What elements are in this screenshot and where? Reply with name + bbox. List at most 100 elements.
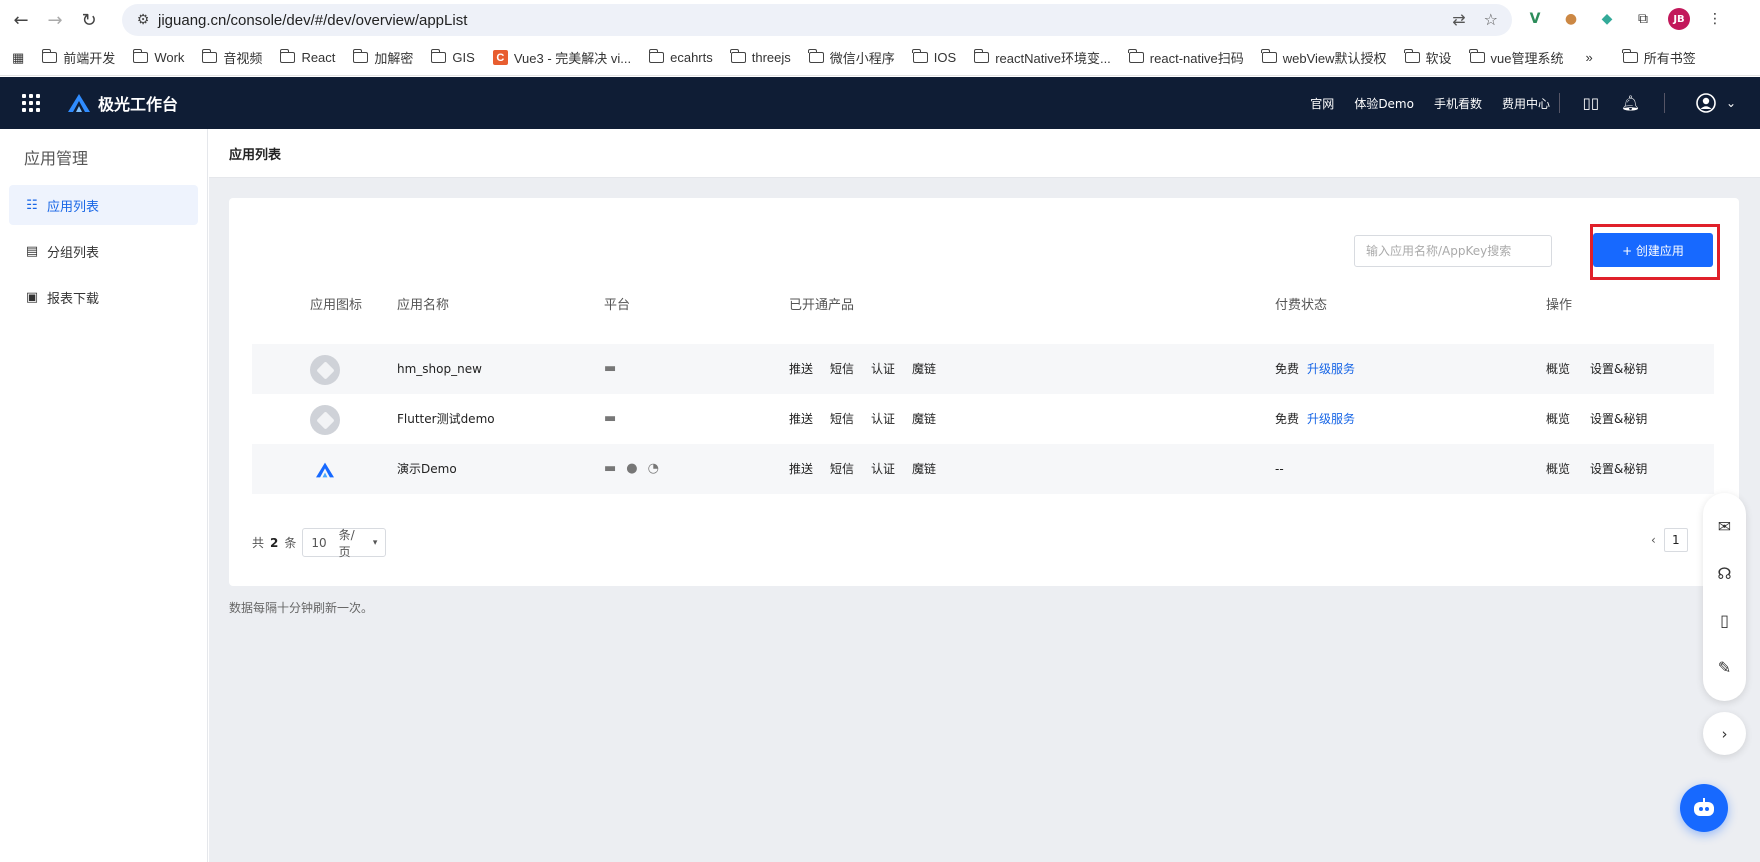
bookmark-item[interactable]: Work <box>132 49 184 65</box>
link-demo[interactable]: 体验Demo <box>1354 95 1414 112</box>
all-bookmarks[interactable]: 所有书签 <box>1622 48 1696 67</box>
page-number[interactable]: 1 <box>1663 528 1688 552</box>
back-icon[interactable]: ← <box>8 7 34 33</box>
sidebar-item-app-list[interactable]: ☷ 应用列表 <box>9 185 198 225</box>
bookmark-star-icon[interactable]: ☆ <box>1484 10 1498 29</box>
settings-keys-link[interactable]: 设置&秘钥 <box>1590 444 1647 494</box>
breadcrumb: 应用列表 <box>209 129 1760 178</box>
docs-book-icon[interactable]: ▯▯ <box>1582 94 1599 112</box>
header-links: 官网 体验Demo 手机看数 费用中心 <box>1310 95 1550 112</box>
row-actions: 概览 设置&秘钥 <box>1546 344 1647 394</box>
overview-link[interactable]: 概览 <box>1546 444 1570 494</box>
overview-link[interactable]: 概览 <box>1546 344 1570 394</box>
bookmark-item[interactable]: GIS <box>430 49 475 65</box>
user-menu[interactable]: ⌄ <box>1696 93 1736 113</box>
android-icon: ▬ <box>604 361 617 376</box>
app-list-card: + 创建应用 应用图标 应用名称 平台 已开通产品 付费状态 操作 hm_sho… <box>229 198 1739 586</box>
edit-icon[interactable]: ✎ <box>1718 658 1731 677</box>
bookmark-item[interactable]: vue管理系统 <box>1469 48 1564 67</box>
list-icon: ☷ <box>26 197 38 213</box>
vue-devtools-icon[interactable]: V <box>1524 8 1546 30</box>
platform-list: ▬ ● ◔ <box>604 461 659 476</box>
prev-page-icon[interactable]: ‹ <box>1651 533 1656 547</box>
overview-link[interactable]: 概览 <box>1546 394 1570 444</box>
bookmark-item[interactable]: 前端开发 <box>41 48 115 67</box>
url-text[interactable]: jiguang.cn/console/dev/#/dev/overview/ap… <box>158 12 467 29</box>
pagination: ‹ 1 <box>1651 528 1688 552</box>
forward-icon[interactable]: → <box>42 7 68 33</box>
android-icon: ▬ <box>604 411 617 426</box>
chevron-down-icon: ▾ <box>372 537 378 548</box>
search-input[interactable] <box>1354 235 1552 267</box>
sidebar-item-group-list[interactable]: ▤ 分组列表 <box>9 231 198 271</box>
link-mobile-data[interactable]: 手机看数 <box>1434 95 1482 112</box>
header-icons: ▯▯ 🔔︎ <box>1582 94 1640 112</box>
create-app-button[interactable]: + 创建应用 <box>1593 233 1713 267</box>
reload-icon[interactable]: ↻ <box>76 7 102 33</box>
bookmark-item[interactable]: C Vue3 - 完美解决 vi... <box>492 48 631 67</box>
headset-icon[interactable]: ☊ <box>1717 564 1731 583</box>
jiguang-logo-icon <box>316 462 334 478</box>
bookmark-item[interactable]: 软设 <box>1404 48 1452 67</box>
upgrade-link[interactable]: 升级服务 <box>1307 412 1355 426</box>
bookmark-item[interactable]: 微信小程序 <box>808 48 895 67</box>
bell-icon[interactable]: 🔔︎ <box>1621 94 1640 112</box>
puzzle-icon[interactable]: ⧉ <box>1632 8 1654 30</box>
menu-icon[interactable]: ⋮ <box>1704 8 1726 30</box>
product-tag: 推送 <box>789 362 814 376</box>
brand-name: 极光工作台 <box>98 95 179 114</box>
extension-icon[interactable]: ● <box>1560 8 1582 30</box>
page-size-select[interactable]: 10 条/页 ▾ <box>302 528 387 559</box>
bookmark-item[interactable]: ecahrts <box>648 49 713 65</box>
product-tag: 认证 <box>871 362 896 376</box>
table-header: 应用图标 应用名称 平台 已开通产品 付费状态 操作 <box>252 288 1714 324</box>
more-bookmarks-icon[interactable]: » <box>1586 50 1593 65</box>
product-tag: 魔链 <box>912 412 937 426</box>
apps-icon[interactable]: ▦ <box>12 50 24 66</box>
address-bar[interactable]: ⚙ jiguang.cn/console/dev/#/dev/overview/… <box>122 4 1512 36</box>
bookmark-item[interactable]: threejs <box>730 49 791 65</box>
apps-grid-icon[interactable] <box>22 94 40 112</box>
table-row: 演示Demo ▬ ● ◔ 推送 短信 认证 魔链 -- 概览 设置&秘钥 <box>252 444 1714 494</box>
harmony-icon: ◔ <box>647 461 659 476</box>
upgrade-link[interactable]: 升级服务 <box>1307 362 1355 376</box>
app-icon <box>310 405 340 435</box>
bookmark-item[interactable]: react-native扫码 <box>1128 48 1244 67</box>
divider <box>1664 93 1665 113</box>
bookmark-item[interactable]: 音视频 <box>201 48 262 67</box>
total-count: 2 <box>270 535 279 550</box>
chatbot-button[interactable] <box>1680 784 1728 832</box>
settings-keys-link[interactable]: 设置&秘钥 <box>1590 394 1647 444</box>
product-tag: 短信 <box>830 412 855 426</box>
product-tag: 认证 <box>871 412 896 426</box>
wechat-icon[interactable]: ✉ <box>1718 517 1731 536</box>
translate-icon[interactable]: ⇄ <box>1452 10 1465 29</box>
extensions: V ● ◆ ⧉ JB ⋮ <box>1524 8 1726 30</box>
logo[interactable]: 极光工作台 <box>66 91 178 115</box>
robot-icon <box>1694 798 1714 816</box>
bookmark-item[interactable]: 加解密 <box>352 48 413 67</box>
sidebar-item-report-download[interactable]: ▣ 报表下载 <box>9 277 198 317</box>
profile-avatar[interactable]: JB <box>1668 8 1690 30</box>
chevron-right-icon[interactable]: › <box>1703 712 1746 755</box>
product-list: 推送 短信 认证 魔链 <box>789 444 936 494</box>
link-official-site[interactable]: 官网 <box>1310 95 1334 112</box>
extension-icon[interactable]: ◆ <box>1596 8 1618 30</box>
column-header: 付费状态 <box>1275 298 1328 313</box>
site-settings-icon[interactable]: ⚙ <box>128 12 158 28</box>
link-billing[interactable]: 费用中心 <box>1502 95 1550 112</box>
bookmarks-bar: ▦ 前端开发 Work 音视频 React 加解密 GIS C Vue3 - 完美… <box>0 40 1760 76</box>
settings-keys-link[interactable]: 设置&秘钥 <box>1590 344 1647 394</box>
app-header: 极光工作台 官网 体验Demo 手机看数 费用中心 ▯▯ 🔔︎ ⌄ <box>0 77 1760 129</box>
sidebar: 应用管理 ☷ 应用列表 ▤ 分组列表 ▣ 报表下载 <box>0 129 208 862</box>
bookmark-item[interactable]: webView默认授权 <box>1261 48 1387 67</box>
bookmark-item[interactable]: IOS <box>912 49 956 65</box>
bookmark-item[interactable]: React <box>279 49 335 65</box>
app-name[interactable]: hm_shop_new <box>397 344 482 394</box>
app-name[interactable]: 演示Demo <box>397 444 457 494</box>
browser-toolbar: ← → ↻ ⚙ jiguang.cn/console/dev/#/dev/ove… <box>0 0 1760 40</box>
bookmark-item[interactable]: reactNative环境变... <box>973 48 1111 67</box>
pay-status: 免费 升级服务 <box>1275 362 1356 376</box>
app-name[interactable]: Flutter测试demo <box>397 394 495 444</box>
docs-book-icon[interactable]: ▯ <box>1720 611 1729 630</box>
